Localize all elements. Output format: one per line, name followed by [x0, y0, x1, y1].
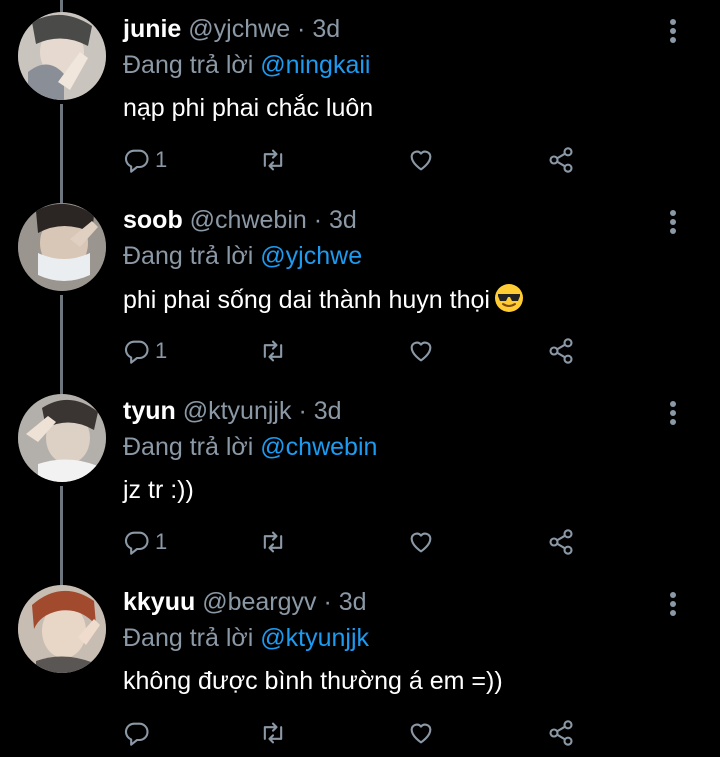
tweet-header: junie @yjchwe · 3d: [123, 14, 340, 44]
reply-icon: [124, 531, 149, 555]
replying-to: Đang trả lời @chwebin: [123, 432, 377, 462]
retweet-button[interactable]: [259, 336, 287, 366]
replying-to: Đang trả lời @ktyunjjk: [123, 623, 369, 653]
tweet-text-content: không được bình thường á em =)): [123, 667, 503, 695]
like-button[interactable]: [407, 145, 435, 175]
reply-count: 1: [155, 338, 168, 363]
replying-to: Đang trả lời @yjchwe: [123, 241, 362, 271]
retweet-icon: [263, 340, 283, 362]
action-bar: 1: [123, 336, 593, 366]
heart-icon: [410, 532, 432, 553]
share-button[interactable]: [547, 145, 575, 175]
retweet-icon: [263, 722, 283, 744]
more-vertical-icon[interactable]: [664, 207, 682, 237]
avatar[interactable]: [18, 585, 106, 673]
share-icon: [549, 147, 573, 173]
share-icon: [549, 338, 573, 364]
tweet-header: kkyuu @beargyv · 3d: [123, 587, 367, 617]
replying-to-label: Đang trả lời: [123, 624, 254, 652]
separator-dot: ·: [313, 206, 323, 234]
reply-button[interactable]: 1: [123, 145, 167, 175]
reply-icon: [124, 722, 149, 746]
retweet-icon: [263, 149, 283, 171]
display-name[interactable]: soob: [123, 206, 183, 234]
user-handle[interactable]: @yjchwe: [188, 15, 290, 43]
user-handle[interactable]: @chwebin: [190, 206, 307, 234]
timestamp[interactable]: 3d: [314, 397, 342, 425]
display-name[interactable]: tyun: [123, 397, 176, 425]
share-icon: [549, 720, 573, 746]
mention-link[interactable]: @chwebin: [260, 433, 377, 461]
share-button[interactable]: [547, 718, 575, 748]
replying-to: Đang trả lời @ningkaii: [123, 50, 370, 80]
avatar[interactable]: [18, 394, 106, 482]
reply-tweet[interactable]: junie @yjchwe · 3d Đang trả lời @ningkai…: [0, 0, 720, 191]
timestamp[interactable]: 3d: [339, 588, 367, 616]
tweet-text: jz tr :)): [123, 474, 194, 506]
heart-icon: [410, 341, 432, 362]
reply-count: 1: [155, 147, 168, 172]
retweet-icon: [263, 531, 283, 553]
display-name[interactable]: kkyuu: [123, 588, 195, 616]
display-name[interactable]: junie: [123, 15, 181, 43]
like-button[interactable]: [407, 336, 435, 366]
retweet-button[interactable]: [259, 145, 287, 175]
reply-icon: [124, 340, 149, 364]
tweet-text: nạp phi phai chắc luôn: [123, 92, 373, 124]
separator-dot: ·: [323, 588, 332, 616]
like-button[interactable]: [407, 527, 435, 557]
sunglasses-emoji: [494, 284, 523, 312]
user-handle[interactable]: @ktyunjjk: [183, 397, 292, 425]
reply-thread: junie @yjchwe · 3d Đang trả lời @ningkai…: [0, 0, 720, 757]
like-button[interactable]: [407, 718, 435, 748]
heart-icon: [410, 150, 432, 171]
heart-icon: [410, 723, 432, 744]
avatar[interactable]: [18, 12, 106, 100]
tweet-text: phi phai sống dai thành huyn thọi: [123, 283, 524, 316]
reply-button[interactable]: [123, 718, 155, 748]
reply-button[interactable]: 1: [123, 336, 167, 366]
action-bar: 1: [123, 527, 593, 557]
retweet-button[interactable]: [259, 527, 287, 557]
tweet-text: không được bình thường á em =)): [123, 665, 503, 697]
replying-to-label: Đang trả lời: [123, 51, 254, 79]
replying-to-label: Đang trả lời: [123, 433, 254, 461]
tweet-text-content: jz tr :)): [123, 476, 194, 504]
mention-link[interactable]: @yjchwe: [260, 242, 362, 270]
replying-to-label: Đang trả lời: [123, 242, 254, 270]
reply-count: 1: [155, 529, 168, 554]
action-bar: 1: [123, 145, 593, 175]
more-vertical-icon[interactable]: [664, 589, 682, 619]
more-vertical-icon[interactable]: [664, 398, 682, 428]
tweet-header: tyun @ktyunjjk · 3d: [123, 396, 342, 426]
separator-dot: ·: [297, 15, 306, 43]
user-handle[interactable]: @beargyv: [202, 588, 316, 616]
action-bar: [123, 718, 593, 748]
tweet-text-content: phi phai sống dai thành huyn thọi: [123, 286, 490, 314]
share-button[interactable]: [547, 336, 575, 366]
share-button[interactable]: [547, 527, 575, 557]
timestamp[interactable]: 3d: [312, 15, 340, 43]
reply-icon: [124, 149, 149, 173]
tweet-text-content: nạp phi phai chắc luôn: [123, 94, 374, 122]
timestamp[interactable]: 3d: [329, 206, 357, 234]
reply-tweet[interactable]: kkyuu @beargyv · 3d Đang trả lời @ktyunj…: [0, 573, 720, 757]
tweet-header: soob @chwebin · 3d: [123, 205, 357, 235]
separator-dot: ·: [298, 397, 307, 425]
mention-link[interactable]: @ningkaii: [260, 51, 370, 79]
reply-button[interactable]: 1: [123, 527, 167, 557]
mention-link[interactable]: @ktyunjjk: [260, 624, 369, 652]
reply-tweet[interactable]: tyun @ktyunjjk · 3d Đang trả lời @chwebi…: [0, 382, 720, 573]
more-vertical-icon[interactable]: [664, 16, 682, 46]
avatar[interactable]: [18, 203, 106, 291]
share-icon: [549, 529, 573, 555]
retweet-button[interactable]: [259, 718, 287, 748]
reply-tweet[interactable]: soob @chwebin · 3d Đang trả lời @yjchwe …: [0, 191, 720, 382]
